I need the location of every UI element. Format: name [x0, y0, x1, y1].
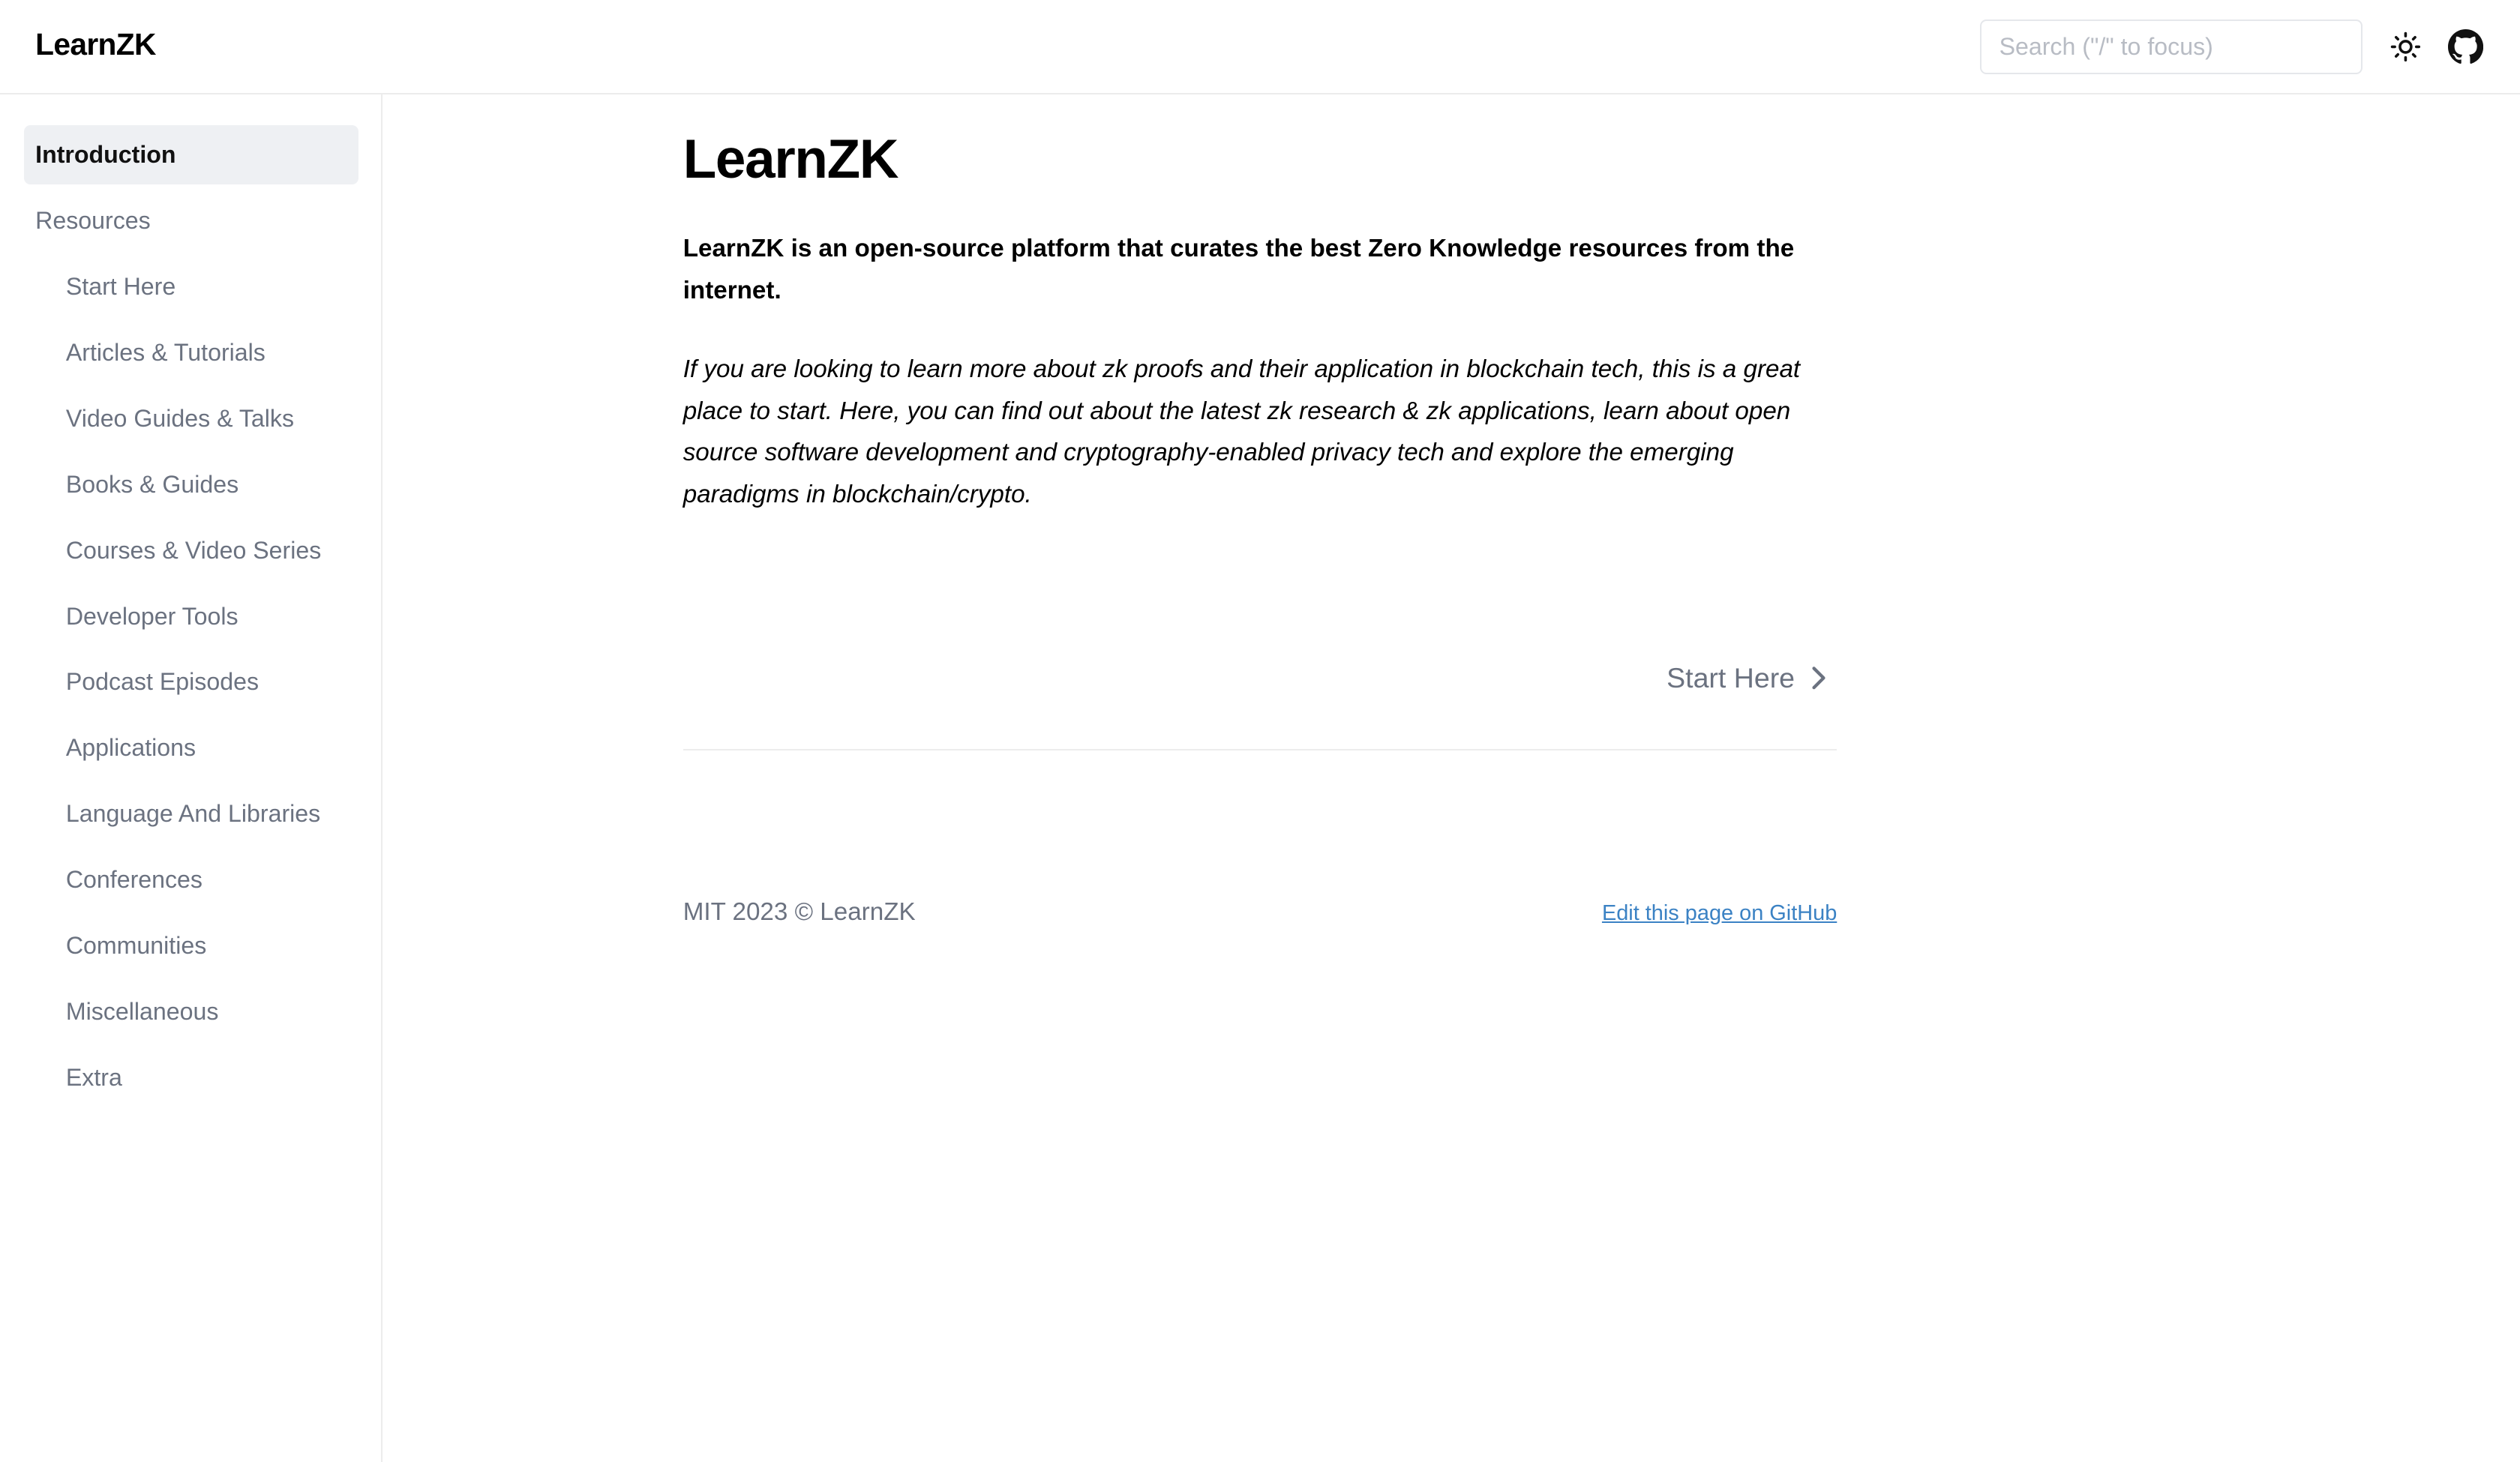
sidebar-item-developer-tools[interactable]: Developer Tools — [66, 603, 238, 631]
next-page-link[interactable]: Start Here — [1666, 662, 1830, 694]
edit-on-github-link[interactable]: Edit this page on GitHub — [1599, 901, 1837, 926]
sidebar-item-extra[interactable]: Extra — [66, 1064, 122, 1092]
sidebar-item-courses-video-series[interactable]: Courses & Video Series — [66, 537, 321, 565]
github-button[interactable] — [2444, 25, 2486, 67]
next-page-label: Start Here — [1666, 661, 1796, 694]
page: LearnZK Introduction Resources Star — [0, 0, 2520, 1462]
sidebar-item-communities[interactable]: Communities — [66, 932, 206, 960]
sidebar-item-language-and-libraries[interactable]: Language And Libraries — [66, 800, 320, 828]
sidebar-item-books-guides[interactable]: Books & Guides — [66, 471, 238, 499]
chevron-right-icon — [1808, 664, 1830, 693]
sun-icon — [2391, 31, 2421, 61]
theme-toggle-button[interactable] — [2385, 25, 2427, 67]
copyright-text: MIT 2023 © LearnZK — [682, 897, 916, 926]
sidebar-item-podcast-episodes[interactable]: Podcast Episodes — [66, 668, 259, 696]
sidebar-item-miscellaneous[interactable]: Miscellaneous — [66, 998, 219, 1026]
sidebar-item-video-guides-talks[interactable]: Video Guides & Talks — [66, 405, 294, 433]
sidebar-section-resources[interactable]: Resources — [35, 207, 151, 235]
github-icon — [2447, 28, 2483, 64]
sidebar: Introduction Resources Start Here Articl… — [0, 94, 382, 1462]
content-divider — [682, 748, 1838, 750]
sidebar-item-conferences[interactable]: Conferences — [66, 866, 202, 894]
sidebar-item-introduction[interactable]: Introduction — [24, 125, 358, 185]
intro-paragraph: If you are looking to learn more about z… — [682, 355, 1801, 509]
brand-logo[interactable]: LearnZK — [35, 27, 156, 62]
top-bar: LearnZK — [0, 0, 2520, 95]
sidebar-item-applications[interactable]: Applications — [66, 734, 196, 762]
sidebar-item-start-here[interactable]: Start Here — [66, 273, 176, 301]
page-title: LearnZK — [682, 129, 899, 190]
sidebar-item-articles-tutorials[interactable]: Articles & Tutorials — [66, 339, 266, 367]
lead-paragraph: LearnZK is an open-source platform that … — [682, 235, 1795, 304]
search-input[interactable] — [1980, 19, 2362, 74]
